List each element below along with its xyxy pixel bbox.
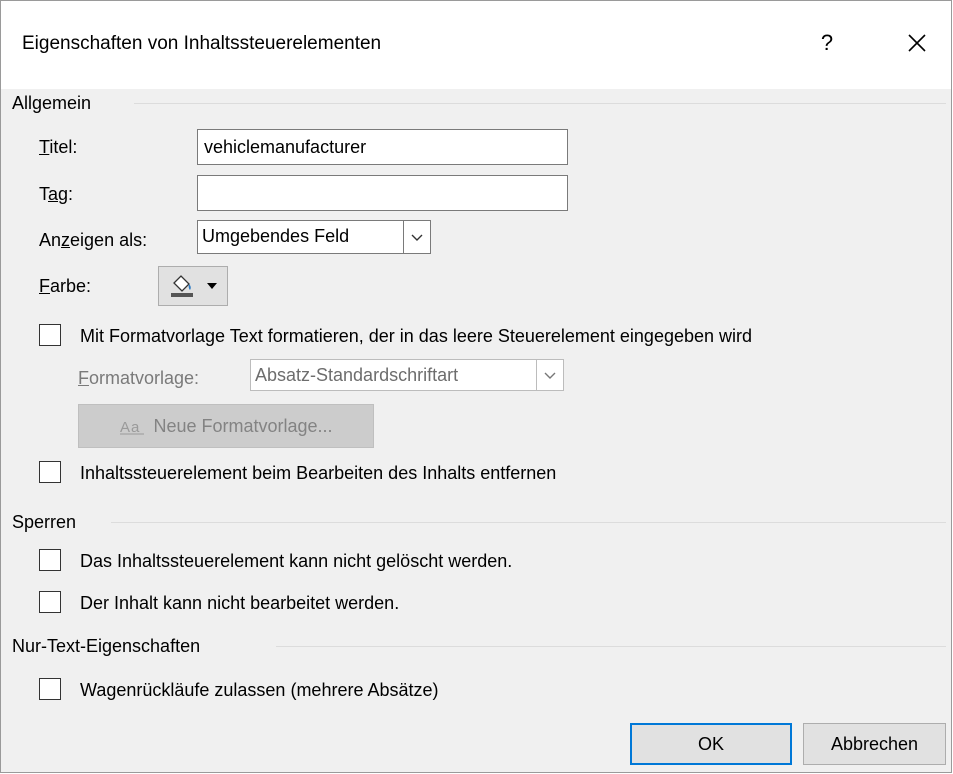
title-bar: Eigenschaften von Inhaltssteuerelementen… — [1, 1, 951, 89]
group-plain-text-header: Nur-Text-Eigenschaften — [12, 636, 201, 656]
help-button[interactable]: ? — [812, 27, 842, 59]
display-as-value: Umgebendes Feld — [202, 226, 350, 246]
group-locking-line — [111, 522, 946, 523]
use-style-checkbox-label[interactable]: Mit Formatvorlage Text formatieren, der … — [80, 326, 752, 347]
title-input[interactable]: vehiclemanufacturer — [197, 129, 568, 165]
style-select: Absatz-Standardschriftart — [250, 359, 564, 391]
display-as-select[interactable]: Umgebendes Feld — [197, 220, 431, 254]
svg-text:a: a — [131, 419, 140, 435]
chevron-down-icon — [536, 360, 563, 390]
cannot-edit-label[interactable]: Der Inhalt kann nicht bearbeitet werden. — [80, 593, 399, 614]
chevron-down-icon[interactable] — [403, 221, 430, 253]
display-as-label: Anzeigen als: — [39, 230, 148, 250]
cancel-button[interactable]: Abbrechen — [803, 723, 946, 765]
close-button[interactable] — [901, 27, 933, 59]
paint-bucket-icon — [171, 275, 193, 297]
remove-on-edit-checkbox[interactable] — [39, 461, 61, 483]
use-style-checkbox[interactable] — [39, 324, 61, 346]
group-plain-text-line — [276, 646, 946, 647]
tag-input[interactable] — [197, 175, 568, 211]
remove-on-edit-label[interactable]: Inhaltssteuerelement beim Bearbeiten des… — [80, 463, 556, 484]
caret-down-icon — [207, 283, 217, 289]
allow-returns-checkbox[interactable] — [39, 678, 61, 700]
style-label: Formatvorlage: — [78, 368, 200, 388]
dialog-title: Eigenschaften von Inhaltssteuerelementen — [22, 33, 382, 54]
content-control-properties-dialog: Eigenschaften von Inhaltssteuerelementen… — [0, 0, 952, 773]
allow-returns-label[interactable]: Wagenrückläufe zulassen (mehrere Absätze… — [80, 680, 439, 701]
style-value: Absatz-Standardschriftart — [255, 365, 459, 385]
group-general-line — [134, 103, 946, 104]
close-icon — [908, 34, 926, 52]
cannot-edit-checkbox[interactable] — [39, 591, 61, 613]
new-style-icon: A a — [120, 419, 145, 435]
color-picker-button[interactable] — [158, 266, 228, 306]
svg-text:A: A — [120, 419, 130, 435]
color-label: Farbe: — [39, 276, 92, 296]
title-label: Titel: — [39, 137, 78, 157]
tag-label: Tag: — [39, 184, 74, 204]
new-style-button: A a Neue Formatvorlage... — [78, 404, 374, 448]
group-general-header: Allgemein — [12, 93, 92, 113]
cannot-delete-label[interactable]: Das Inhaltssteuerelement kann nicht gelö… — [80, 551, 512, 572]
group-locking-header: Sperren — [12, 512, 77, 532]
cannot-delete-checkbox[interactable] — [39, 549, 61, 571]
ok-button[interactable]: OK — [630, 723, 792, 765]
